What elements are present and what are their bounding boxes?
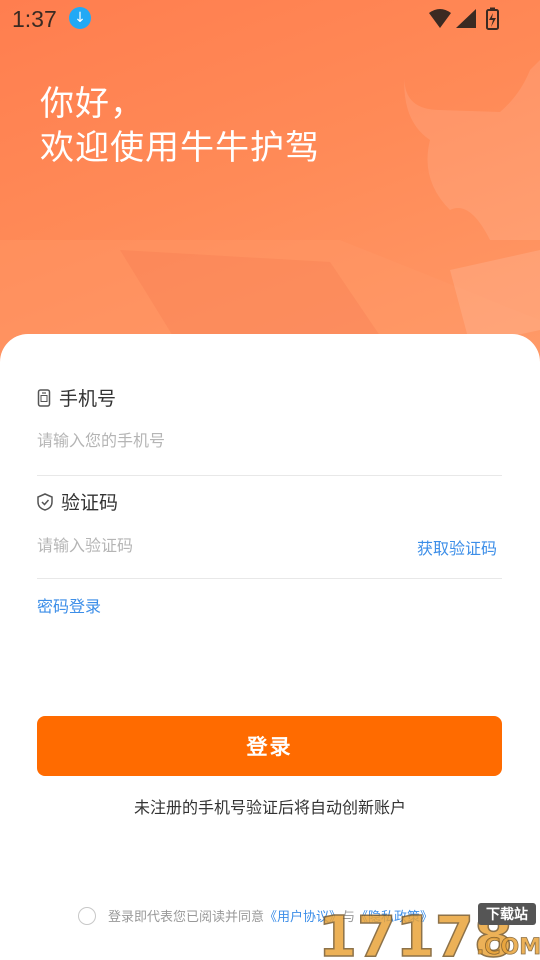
download-icon: ↓: [69, 7, 91, 29]
register-hint: 未注册的手机号验证后将自动创新账户: [133, 798, 406, 817]
code-input[interactable]: [37, 530, 377, 560]
phone-label-text: 手机号: [59, 388, 117, 410]
agreement-prefix: 登录即代表您已阅读并同意: [108, 910, 265, 925]
login-button[interactable]: 登录: [37, 716, 502, 776]
greeting-line-2: 欢迎使用牛牛护驾: [40, 128, 320, 168]
code-label: 验证码: [37, 488, 118, 515]
status-time: 1:37: [12, 6, 57, 32]
phone-icon: [37, 388, 51, 407]
agree-checkbox[interactable]: [78, 906, 96, 925]
header-banner: 1:37 ↓ 你好， 欢迎使用牛牛护驾: [0, 0, 540, 380]
phone-divider: [37, 475, 502, 476]
status-icons: [429, 7, 499, 30]
code-label-text: 验证码: [61, 492, 119, 514]
watermark-badge: 下载站: [486, 906, 528, 923]
code-divider: [37, 578, 502, 579]
status-bar: 1:37 ↓: [0, 0, 540, 38]
password-login-link[interactable]: 密码登录: [37, 593, 101, 617]
signal-icon: [456, 9, 476, 28]
wifi-icon: [429, 9, 451, 28]
bull-watermark-graphic: [0, 60, 540, 380]
shield-icon: [37, 492, 53, 511]
phone-label: 手机号: [37, 384, 116, 411]
greeting-title: 你好， 欢迎使用牛牛护驾: [40, 82, 320, 170]
phone-input[interactable]: [37, 425, 397, 455]
watermark-suffix: .COM: [476, 935, 540, 960]
greeting-line-1: 你好，: [40, 84, 145, 124]
site-watermark-logo: 17178 下载站 .COM: [318, 903, 540, 960]
get-code-button[interactable]: 获取验证码: [417, 535, 497, 559]
